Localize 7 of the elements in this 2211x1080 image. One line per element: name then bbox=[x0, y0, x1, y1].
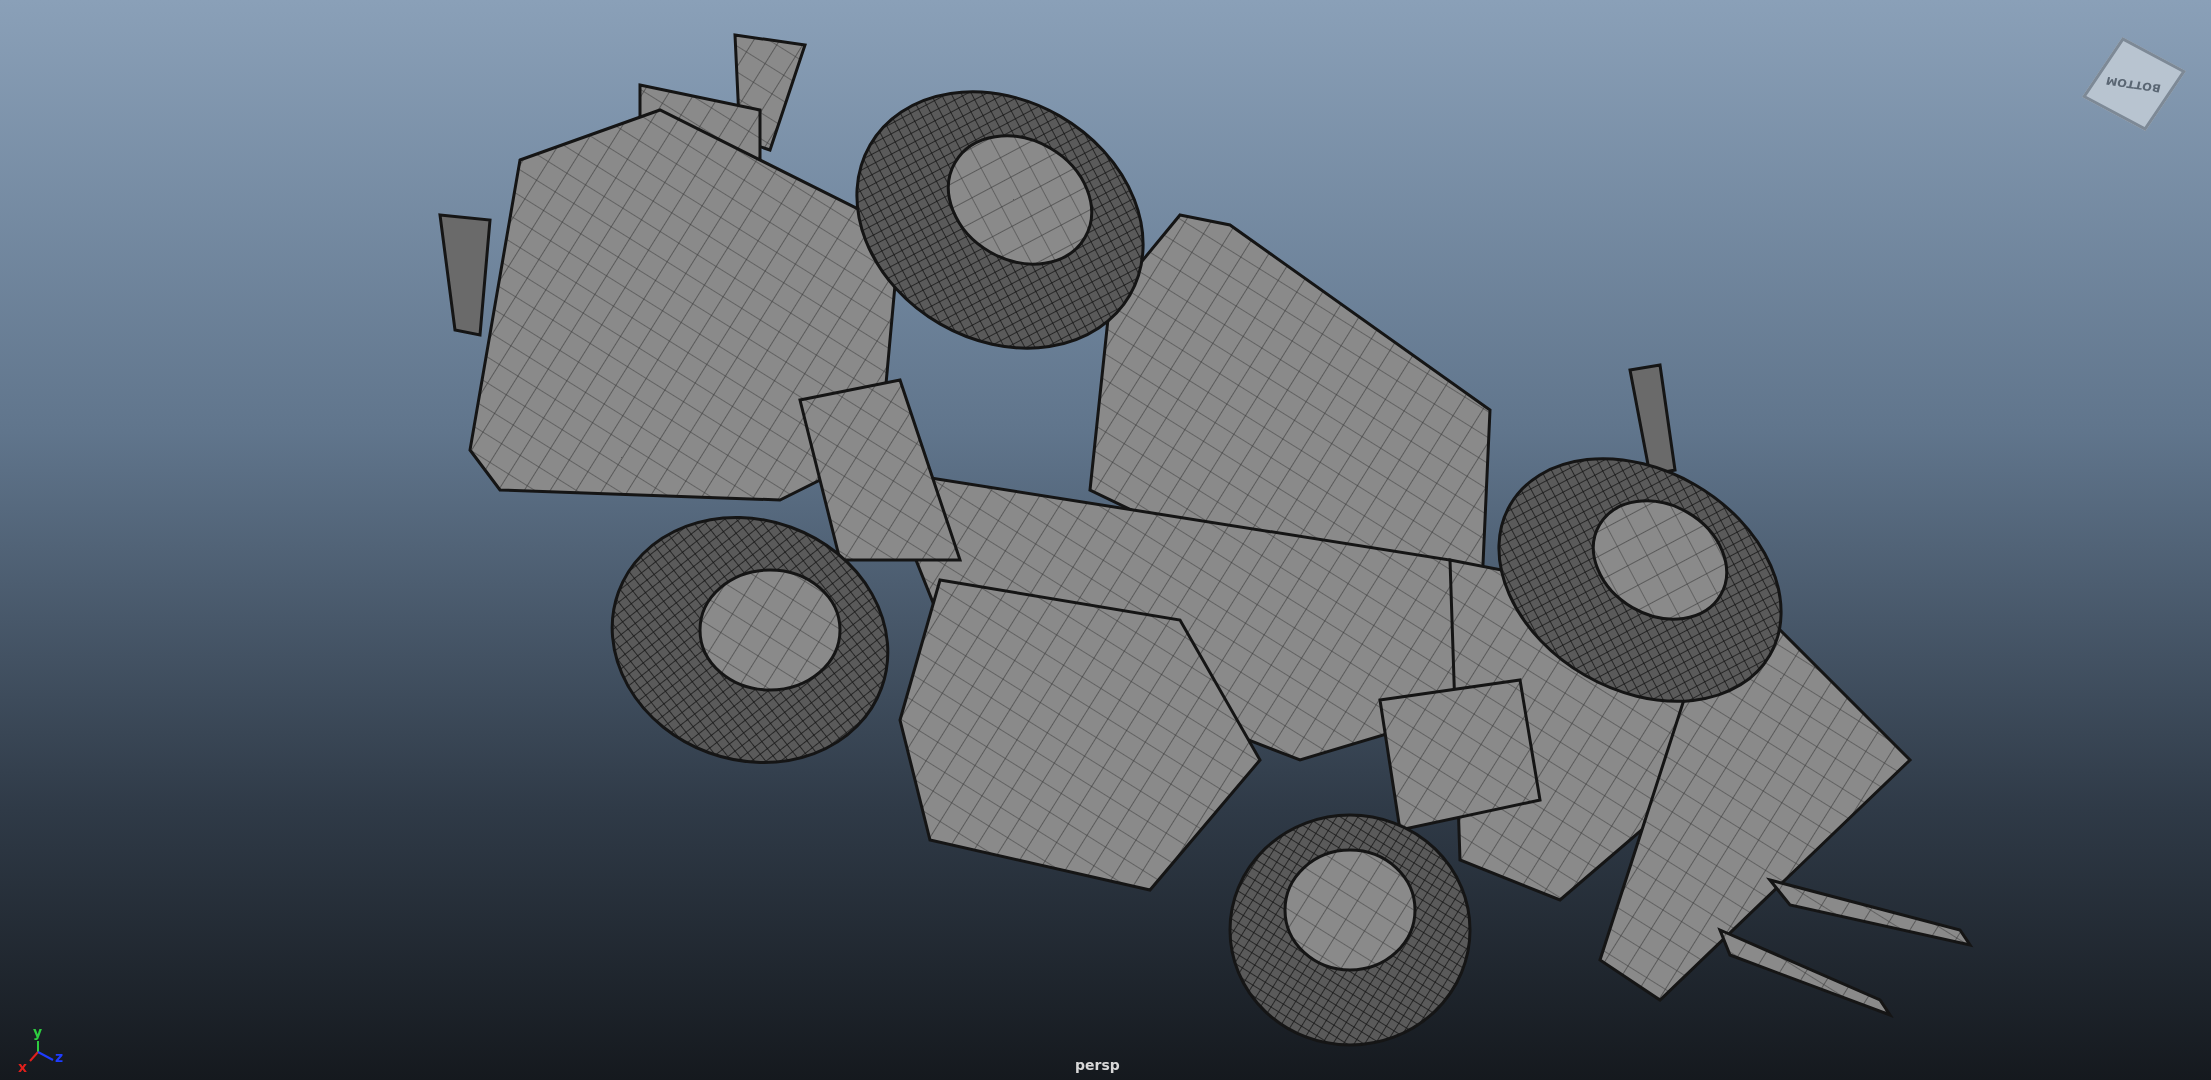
camera-label: persp bbox=[1075, 1057, 1120, 1073]
axis-gizmo-icon bbox=[28, 1040, 54, 1062]
axis-label: y bbox=[33, 1025, 43, 1039]
axis-label: z bbox=[55, 1050, 64, 1064]
view-cube[interactable]: BOTTOM bbox=[2081, 37, 2187, 131]
cube-face-label: BOTTOM bbox=[2105, 73, 2163, 95]
axis-label: x bbox=[18, 1060, 28, 1074]
